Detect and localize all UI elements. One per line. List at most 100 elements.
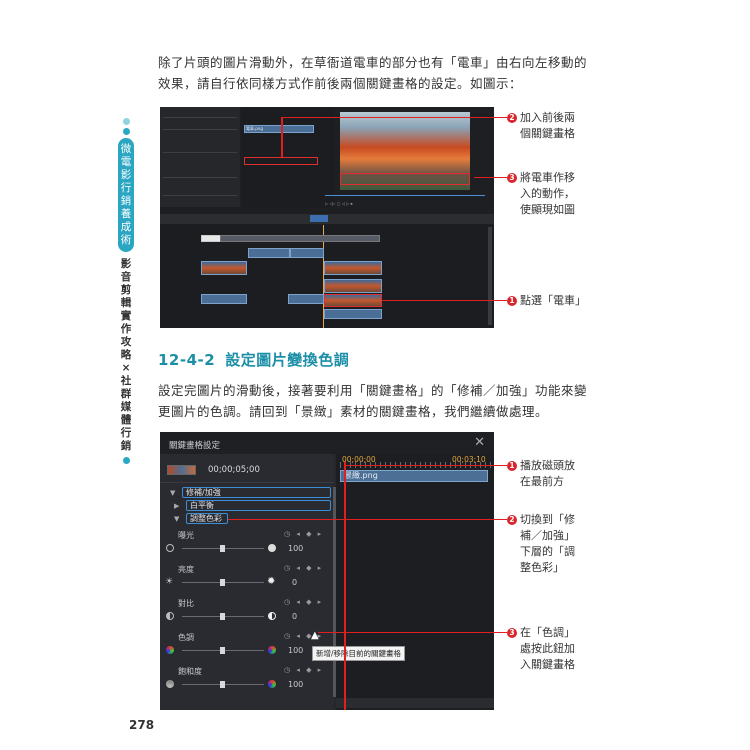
- tram-clip-selection: [324, 294, 382, 307]
- keyframe-timeline: [336, 454, 494, 710]
- slider-knob[interactable]: [220, 579, 225, 586]
- prop-value: 100: [288, 646, 304, 655]
- tree-item-white-balance[interactable]: 白平衡: [186, 500, 331, 511]
- clip-bar[interactable]: [290, 248, 324, 258]
- clip-bar[interactable]: 景緻.png: [340, 470, 488, 482]
- saturation-low-icon: [166, 680, 174, 688]
- prop-label: 曝光: [178, 531, 194, 540]
- divider: [163, 117, 237, 118]
- transport-controls[interactable]: ▷ ◁▷ ▢ ◁ ▷ ⏹: [325, 201, 353, 206]
- clip-bar[interactable]: [324, 309, 382, 319]
- slider-knob[interactable]: [220, 545, 225, 552]
- hue-low-icon: [166, 646, 174, 654]
- saturation-high-icon: [268, 680, 276, 688]
- divider: [163, 129, 237, 130]
- callout-text: 下層的「調: [520, 545, 575, 558]
- callout-text: 補／加強」: [520, 529, 575, 542]
- clip-bar[interactable]: [248, 248, 290, 258]
- clip-bar[interactable]: [201, 235, 221, 242]
- body-paragraph: 除了片頭的圖片滑動外，在草衙道電車的部分也有「電車」由右向左移動的效果，請自行依…: [158, 55, 588, 91]
- side-dot: [122, 128, 130, 135]
- slider-knob[interactable]: [220, 647, 225, 654]
- clip-bar[interactable]: [220, 235, 380, 242]
- keyframe-controls[interactable]: ◷ ◂ ◆ ▸: [284, 666, 323, 674]
- vertical-scrollbar[interactable]: [488, 227, 492, 325]
- callout-number: 2: [507, 113, 517, 123]
- side-dot: [122, 457, 130, 464]
- toolbar-button[interactable]: [310, 215, 328, 222]
- callout-2-adjust-color: 2 切換到「修 補／加強」 下層的「調 整色彩」: [507, 512, 575, 576]
- keyframe-controls[interactable]: ◷ ◂ ◆ ▸: [284, 564, 323, 572]
- callout-3-tram-move: 3 將電車作移 入的動作， 使顯現如圖: [507, 170, 575, 218]
- clip-bar[interactable]: [288, 294, 324, 304]
- callout-number: 2: [507, 515, 517, 525]
- close-icon[interactable]: ✕: [474, 435, 485, 450]
- callout-number: 3: [507, 628, 517, 638]
- side-tab: 微電影行銷養成術 影音剪輯實作攻略×社群媒體行銷: [118, 118, 134, 467]
- playhead-highlight: [344, 462, 346, 710]
- prop-value: 0: [292, 578, 298, 587]
- prop-label: 色調: [178, 633, 194, 642]
- section-title: 設定圖片變換色調: [225, 351, 350, 369]
- clip-bar[interactable]: [324, 261, 382, 275]
- seek-bar[interactable]: [325, 195, 485, 196]
- prop-label: 對比: [178, 599, 194, 608]
- callout-text: 將電車作移: [520, 171, 575, 184]
- callout-number: 1: [507, 461, 517, 471]
- exposure-low-icon: [166, 544, 174, 552]
- clip-bar[interactable]: [324, 279, 382, 293]
- section-number: 12-4-2: [158, 351, 216, 369]
- side-dot: [122, 118, 130, 125]
- tooltip: 新增/移除目前的關鍵畫格: [312, 646, 406, 661]
- brightness-high-icon: ✹: [267, 576, 276, 587]
- keyframe-selection: [244, 157, 318, 165]
- callout-text: 整色彩」: [520, 561, 564, 574]
- prop-label: 飽和度: [178, 667, 202, 676]
- prop-value: 0: [292, 612, 298, 621]
- callout-text: 切換到「修: [520, 513, 575, 526]
- keyframe-controls[interactable]: ◷ ◂ ◆ ▸: [284, 598, 323, 606]
- tree-item-fix-enhance[interactable]: 修補/加強: [182, 487, 331, 498]
- keyframe-controls[interactable]: ◷ ◂ ◆ ▸: [284, 530, 323, 538]
- keyframe-dialog-screenshot: 關鍵畫格設定 ✕ 00;00;05;00 ▼ 修補/加強 ▶ 白平衡 ▼ 調整色…: [160, 432, 494, 710]
- callout-leader: [346, 465, 507, 466]
- hue-high-icon: [268, 646, 276, 654]
- brightness-low-icon: ☀: [165, 577, 174, 587]
- slider-knob[interactable]: [220, 681, 225, 688]
- callout-leader: [318, 632, 507, 633]
- callout-text: 使顯現如圖: [520, 203, 575, 216]
- contrast-high-icon: [268, 612, 276, 620]
- callout-leader: [474, 177, 507, 178]
- callout-1-playhead: 1 播放磁頭放 在最前方: [507, 458, 575, 490]
- divider: [163, 177, 237, 178]
- callout-number: 1: [507, 296, 517, 306]
- clip-thumbnail: [167, 465, 196, 475]
- tram-highlight: [340, 173, 470, 185]
- clip-label: 電車.png: [246, 126, 263, 131]
- divider: [163, 195, 237, 196]
- tree-item-adjust-color[interactable]: 調整色彩: [186, 513, 228, 524]
- keyframe-panel: [160, 107, 240, 207]
- exposure-high-icon: [268, 544, 276, 552]
- collapse-triangle-icon[interactable]: ▼: [170, 489, 175, 497]
- callout-text: 入的動作，: [520, 187, 575, 200]
- dialog-title: 關鍵畫格設定: [169, 441, 221, 451]
- callout-text: 在最前方: [520, 475, 564, 488]
- contrast-low-icon: [166, 612, 174, 620]
- timecode: 00;00;05;00: [208, 465, 260, 475]
- callout-text: 個關鍵畫格: [520, 127, 575, 140]
- callout-leader: [281, 117, 507, 118]
- callout-text: 播放磁頭放: [520, 459, 575, 472]
- callout-leader: [228, 519, 507, 520]
- expand-triangle-icon[interactable]: ▶: [174, 502, 179, 510]
- callout-text: 處按此鈕加: [520, 642, 575, 655]
- slider-knob[interactable]: [220, 613, 225, 620]
- horizontal-scrollbar[interactable]: [336, 698, 494, 708]
- callout-text: 點選「電車」: [520, 294, 586, 307]
- clip-bar[interactable]: [201, 294, 247, 304]
- collapse-triangle-icon[interactable]: ▼: [174, 515, 179, 523]
- callout-text: 加入前後兩: [520, 111, 575, 124]
- prop-value: 100: [288, 544, 304, 553]
- clip-bar[interactable]: [201, 261, 247, 275]
- callout-3-hue-keyframe: 3 在「色調」 處按此鈕加 入關鍵畫格: [507, 625, 575, 673]
